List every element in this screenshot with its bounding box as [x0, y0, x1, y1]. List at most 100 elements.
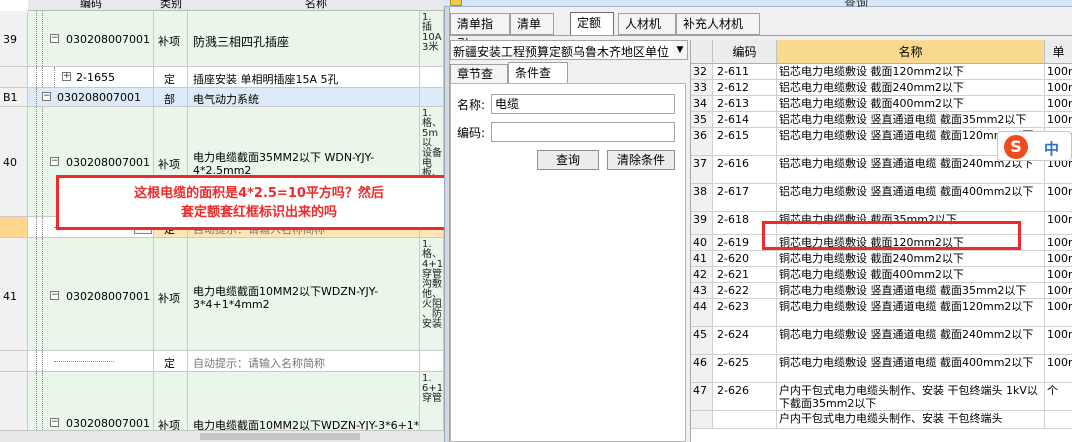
- row-code: 2-611: [713, 64, 777, 79]
- tab-chapter-query[interactable]: 章节查询: [450, 64, 508, 99]
- table-row[interactable]: 462-625铜芯电力电缆敷设 竖直通道电缆 截面400mm2以下100m: [691, 355, 1072, 383]
- table-row[interactable]: 342-613铝芯电力电缆敷设 截面400mm2以下100m: [691, 96, 1072, 112]
- table-row[interactable]: 432-622铜芯电力电缆敷设 竖直通道电缆 截面35mm2以下100m: [691, 283, 1072, 299]
- code-label: 编码:: [457, 126, 486, 140]
- quota-library-value: 新疆安装工程预算定额乌鲁木齐地区单位: [453, 45, 670, 59]
- table-row[interactable]: 47 2-626 户内干包式电力电缆头制作、安装 干包终端头 1kV以下截面35mm…: [691, 383, 1072, 411]
- row-name: 铜芯电力电缆敷设 截面400mm2以下: [777, 267, 1045, 282]
- row-name[interactable]: 电气动力系统: [188, 88, 420, 106]
- tab-bill-guide[interactable]: 清单指引: [450, 13, 510, 51]
- row-name: 铝芯电力电缆敷设 截面120mm2以下: [777, 64, 1045, 79]
- table-row[interactable]: 422-621铜芯电力电缆敷设 截面400mm2以下100m: [691, 267, 1072, 283]
- row-unit: 100m: [1045, 184, 1072, 211]
- sogou-logo-icon: S: [1004, 135, 1028, 159]
- header-name[interactable]: 名称: [777, 40, 1045, 64]
- collapse-toggle-icon[interactable]: −: [50, 291, 59, 300]
- row-code: 2-614: [713, 112, 777, 127]
- clear-button[interactable]: 清除条件: [607, 150, 675, 170]
- collapse-toggle-icon[interactable]: −: [50, 157, 59, 166]
- row-name[interactable]: 防溅三相四孔插座: [188, 11, 420, 66]
- row-code[interactable]: + 2-1655: [28, 67, 154, 87]
- scrollbar-thumb[interactable]: [200, 433, 360, 440]
- row-number: 35: [691, 112, 713, 127]
- row-name: 铜芯电力电缆敷设 竖直通道电缆 截面35mm2以下: [777, 283, 1045, 298]
- table-row[interactable]: 322-611铝芯电力电缆敷设 截面120mm2以下100m: [691, 64, 1072, 80]
- chevron-down-icon[interactable]: ▼: [673, 41, 687, 59]
- dialog-titlebar[interactable]: 查询: [444, 0, 1072, 10]
- app-icon: [450, 0, 462, 6]
- table-row[interactable]: 332-612铝芯电力电缆敷设 截面240mm2以下100m: [691, 80, 1072, 96]
- row-name[interactable]: 电力电缆截面10MM2以下WDZN-YJY-3*4+1*4mm2: [188, 238, 420, 350]
- collapse-toggle-icon[interactable]: −: [50, 34, 59, 43]
- row-unit: 个: [1045, 383, 1072, 410]
- row-name-hint[interactable]: 自动提示：请输入名称简称: [188, 351, 420, 371]
- row-name: 户内干包式电力电缆头制作、安装 干包终端头: [777, 411, 1045, 428]
- row-number: 32: [691, 64, 713, 79]
- expand-toggle-icon[interactable]: +: [62, 72, 71, 81]
- annotation-text: 这根电缆的面积是4*2.5=10平方吗？然后套定额套红框标识出来的吗: [134, 186, 384, 220]
- table-row[interactable]: + 2-1655 定 插座安装 单相明插座15A 5孔: [0, 67, 444, 88]
- row-feature: 1. 插 10A 3米: [420, 11, 444, 66]
- table-row[interactable]: 定 自动提示：请输入名称简称: [0, 351, 444, 372]
- row-category: 定: [154, 351, 188, 371]
- tab-supplement-material[interactable]: 补充人材机: [676, 13, 760, 35]
- row-unit: 100m: [1045, 112, 1072, 127]
- tab-bill[interactable]: 清单: [510, 13, 554, 35]
- table-row[interactable]: 352-614铝芯电力电缆敷设 竖直通道电缆 截面35mm2以下100m: [691, 112, 1072, 128]
- row-number: 37: [691, 156, 713, 183]
- row-code: 2-626: [713, 383, 777, 410]
- row-feature: [420, 351, 444, 371]
- code-input[interactable]: [491, 122, 675, 142]
- row-category: 补项: [154, 11, 188, 66]
- row-code[interactable]: − 030208007001: [28, 88, 154, 106]
- collapse-toggle-icon[interactable]: −: [50, 418, 59, 427]
- row-number: 45: [691, 327, 713, 354]
- row-name[interactable]: 插座安装 单相明插座15A 5孔: [188, 67, 420, 87]
- row-name: 铝芯电力电缆敷设 截面400mm2以下: [777, 96, 1045, 111]
- row-number: 40: [0, 107, 28, 216]
- table-row[interactable]: 412-620铜芯电力电缆敷设 截面240mm2以下100m: [691, 251, 1072, 267]
- table-row[interactable]: 382-617铝芯电力电缆敷设 竖直通道电缆 截面400mm2以下100m: [691, 184, 1072, 212]
- table-row[interactable]: 452-624铜芯电力电缆敷设 竖直通道电缆 截面240mm2以下100m: [691, 327, 1072, 355]
- name-input[interactable]: 电缆: [491, 94, 675, 114]
- table-row[interactable]: B1 − 030208007001 部 电气动力系统: [0, 88, 444, 107]
- row-unit: [1045, 411, 1072, 428]
- search-button[interactable]: 查询: [537, 150, 599, 170]
- ime-lang-indicator[interactable]: 中: [1044, 138, 1059, 159]
- row-code[interactable]: − 030208007001: [28, 11, 154, 66]
- row-name: 铜芯电力电缆敷设 竖直通道电缆 截面400mm2以下: [777, 355, 1045, 382]
- collapse-toggle-icon[interactable]: −: [42, 92, 51, 101]
- horizontal-scrollbar[interactable]: [0, 430, 444, 442]
- row-number: [0, 67, 28, 87]
- row-number: 39: [0, 11, 28, 66]
- row-code[interactable]: [28, 351, 154, 371]
- ime-toolbar[interactable]: S 中: [997, 131, 1072, 161]
- row-name: 铝芯电力电缆敷设 竖直通道电缆 截面35mm2以下: [777, 112, 1045, 127]
- tab-quota[interactable]: 定额: [570, 12, 614, 36]
- header-code[interactable]: 编码: [28, 0, 154, 11]
- row-category: 定: [154, 67, 188, 87]
- header-unit[interactable]: 单: [1045, 40, 1072, 64]
- condition-panel: 名称: 电缆 编码: 查询 清除条件: [450, 83, 686, 442]
- row-name: 铜芯电力电缆敷设 竖直通道电缆 截面240mm2以下: [777, 327, 1045, 354]
- row-number: 34: [691, 96, 713, 111]
- table-row[interactable]: 39 − 030208007001 补项 防溅三相四孔插座 1. 插 10A 3…: [0, 11, 444, 67]
- row-feature: [420, 67, 444, 87]
- row-code[interactable]: − 030208007001: [28, 238, 154, 350]
- row-feature: 1. 格、 4+1 穿管 沟敷 他、 火阻 、防 安装: [420, 238, 444, 350]
- table-row[interactable]: 户内干包式电力电缆头制作、安装 干包终端头: [691, 411, 1072, 429]
- table-row[interactable]: 442-623铜芯电力电缆敷设 竖直通道电缆 截面120mm2以下100m: [691, 299, 1072, 327]
- header-category[interactable]: 类别: [154, 0, 188, 11]
- quota-library-select[interactable]: 新疆安装工程预算定额乌鲁木齐地区单位 ▼: [450, 40, 688, 60]
- row-number: 47: [691, 383, 713, 410]
- row-name: 铝芯电力电缆敷设 截面240mm2以下: [777, 80, 1045, 95]
- row-number: B1: [0, 88, 28, 106]
- tab-condition-query[interactable]: 条件查询: [508, 62, 568, 100]
- header-name[interactable]: 名称: [188, 0, 444, 11]
- row-code: 2-624: [713, 327, 777, 354]
- tab-labor-material[interactable]: 人材机: [618, 13, 676, 35]
- table-row[interactable]: 41 − 030208007001 补项 电力电缆截面10MM2以下WDZN-Y…: [0, 238, 444, 351]
- row-unit: 100m: [1045, 64, 1072, 79]
- row-unit: 100m: [1045, 355, 1072, 382]
- header-code[interactable]: 编码: [713, 40, 777, 64]
